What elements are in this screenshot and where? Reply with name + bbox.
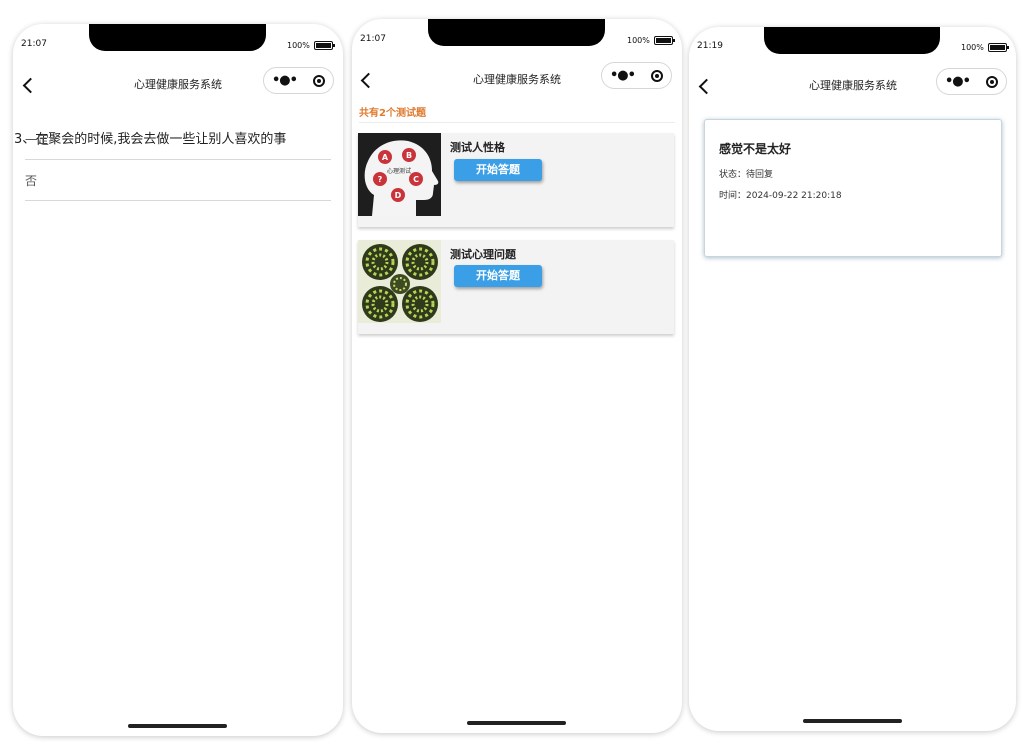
phone-test-list-screen: 21:07 100% 心理健康服务系统 •●• 共有2个测试题 A B ? C: [352, 19, 682, 733]
thumb-letter: B: [406, 151, 412, 160]
head-silhouette-image: A B ? C D 心理测试: [358, 133, 441, 216]
home-indicator: [128, 724, 227, 728]
back-button[interactable]: [360, 72, 377, 89]
mini-program-capsule[interactable]: •●•: [263, 67, 334, 94]
psychology-test-thumbnail: [358, 240, 441, 323]
status-time: 21:07: [360, 34, 386, 44]
personality-test-thumbnail: A B ? C D 心理测试: [358, 133, 441, 216]
home-indicator: [467, 721, 566, 725]
more-icon[interactable]: •●•: [945, 75, 971, 88]
thumb-letter: A: [382, 153, 389, 162]
thumb-letter: C: [413, 175, 419, 184]
message-status: 状态：待回复: [719, 170, 774, 180]
thumb-letter: ?: [378, 175, 383, 184]
start-answer-button[interactable]: 开始答题: [454, 265, 542, 287]
option-item[interactable]: 否: [25, 161, 331, 201]
nav-title: 心理健康服务系统: [134, 78, 222, 91]
home-indicator: [803, 719, 902, 723]
more-icon[interactable]: •●•: [610, 69, 636, 82]
battery-icon: [653, 36, 675, 45]
thumb-caption: 心理测试: [387, 167, 411, 175]
message-title: 感觉不是太好: [719, 142, 792, 156]
nav-title: 心理健康服务系统: [809, 79, 897, 92]
back-button[interactable]: [698, 78, 715, 95]
mini-program-capsule[interactable]: •●•: [601, 62, 672, 89]
notch: [89, 24, 266, 51]
start-answer-button[interactable]: 开始答题: [454, 159, 542, 181]
status-battery: 100%: [627, 36, 675, 45]
thumb-letter: D: [395, 191, 402, 200]
message-card[interactable]: 感觉不是太好 状态：待回复 时间：2024-09-22 21:20:18: [704, 119, 1002, 257]
test-count-label: 共有2个测试题: [359, 108, 426, 119]
more-icon[interactable]: •●•: [272, 74, 298, 87]
battery-percent: 100%: [961, 43, 984, 52]
test-title: 测试人性格: [450, 141, 505, 154]
close-target-icon[interactable]: [312, 74, 325, 87]
notch: [764, 27, 940, 54]
nav-title: 心理健康服务系统: [473, 73, 561, 86]
optical-illusion-image: [358, 240, 441, 323]
close-target-icon[interactable]: [650, 69, 663, 82]
battery-icon: [987, 43, 1009, 52]
divider: [359, 122, 675, 123]
status-time: 21:19: [697, 41, 723, 51]
test-title: 测试心理问题: [450, 248, 516, 261]
status-time: 21:07: [21, 39, 47, 49]
battery-icon: [313, 41, 335, 50]
test-card[interactable]: 测试心理问题 开始答题: [358, 240, 674, 334]
battery-percent: 100%: [287, 41, 310, 50]
phone-question-screen: 21:07 100% 心理健康服务系统 •●• 3、在聚会的时候,我会去做一些让…: [13, 24, 343, 736]
battery-percent: 100%: [627, 36, 650, 45]
option-item[interactable]: 一定: [25, 120, 331, 160]
test-card[interactable]: A B ? C D 心理测试 测试人性格 开始答题: [358, 133, 674, 227]
close-target-icon[interactable]: [985, 75, 998, 88]
message-time: 时间：2024-09-22 21:20:18: [719, 191, 842, 201]
notch: [428, 19, 605, 46]
phone-message-screen: 21:19 100% 心理健康服务系统 •●• 感觉不是太好 状态：待回复 时间…: [689, 27, 1016, 731]
back-button[interactable]: [22, 77, 39, 94]
status-battery: 100%: [287, 41, 335, 50]
mini-program-capsule[interactable]: •●•: [936, 68, 1007, 95]
status-battery: 100%: [961, 43, 1009, 52]
